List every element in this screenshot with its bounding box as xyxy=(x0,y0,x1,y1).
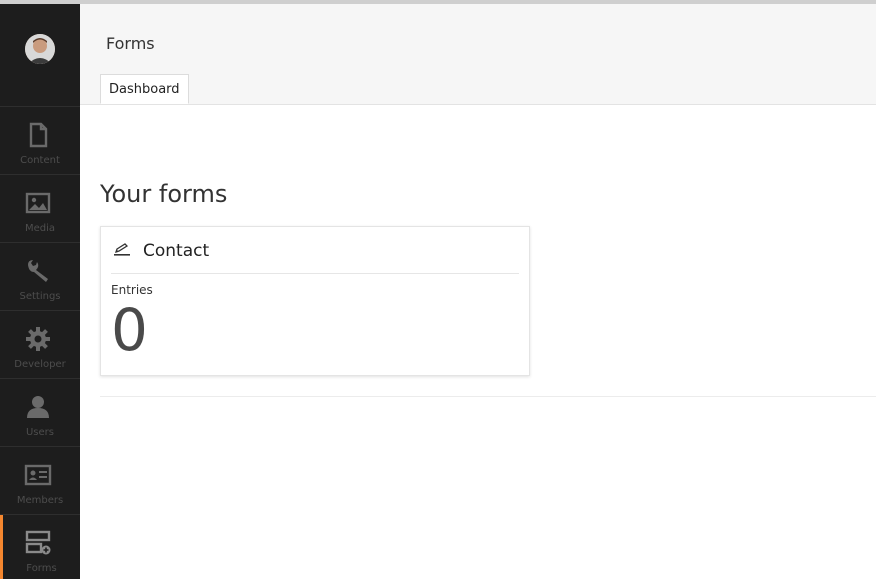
tab-dashboard[interactable]: Dashboard xyxy=(100,74,189,104)
card-header: Contact xyxy=(111,227,519,274)
app-window: Content Media Settings Developer Users M… xyxy=(0,0,876,579)
document-icon xyxy=(29,122,48,148)
user-section xyxy=(0,4,80,107)
form-card-contact[interactable]: Contact Entries 0 xyxy=(100,226,530,376)
form-title[interactable]: Contact xyxy=(143,241,209,261)
form-edit-icon xyxy=(114,243,130,256)
sidebar-item-label: Developer xyxy=(14,359,66,370)
sidebar-item-label: Users xyxy=(25,427,54,438)
sidebar-item-developer[interactable]: Developer xyxy=(0,311,80,379)
sidebar-item-label: Media xyxy=(24,223,56,234)
gear-icon xyxy=(26,327,50,351)
sidebar-item-forms[interactable]: Forms xyxy=(0,515,80,579)
avatar[interactable] xyxy=(25,34,55,64)
sidebar-item-members[interactable]: Members xyxy=(0,447,80,515)
section-heading: Your forms xyxy=(100,180,228,208)
sidebar-item-content[interactable]: Content xyxy=(0,107,80,175)
page-header: Forms Dashboard xyxy=(80,4,876,105)
forms-icon xyxy=(25,530,51,555)
id-card-icon xyxy=(24,464,52,486)
sidebar: Content Media Settings Developer Users M… xyxy=(0,4,80,579)
user-icon xyxy=(27,396,49,418)
wrench-icon xyxy=(28,260,48,282)
sidebar-item-label: Content xyxy=(20,155,60,166)
sidebar-item-users[interactable]: Users xyxy=(0,379,80,447)
divider xyxy=(100,396,876,397)
sidebar-item-label: Members xyxy=(16,495,64,506)
sidebar-item-media[interactable]: Media xyxy=(0,175,80,243)
entries-count: 0 xyxy=(111,296,148,364)
sidebar-item-settings[interactable]: Settings xyxy=(0,243,80,311)
sidebar-item-label: Settings xyxy=(19,291,61,302)
image-icon xyxy=(25,192,51,214)
sidebar-item-label: Forms xyxy=(26,563,57,574)
page-title: Forms xyxy=(106,34,155,53)
